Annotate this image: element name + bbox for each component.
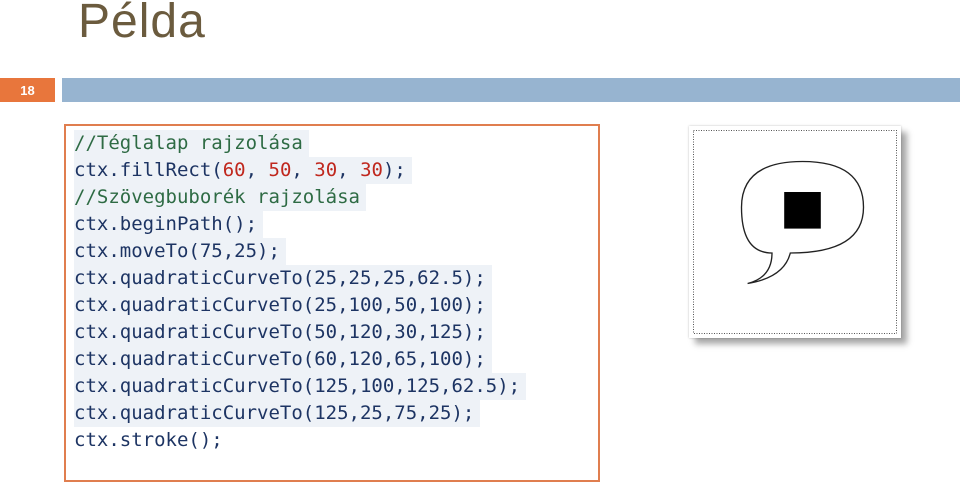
code-text: ,	[291, 159, 315, 181]
code-comment: //Szövegbuborék rajzolása	[74, 186, 360, 208]
code-line: ctx.stroke();	[74, 427, 229, 454]
code-line: ctx.quadraticCurveTo(50,120,30,125);	[74, 319, 492, 346]
code-line: ctx.quadraticCurveTo(25,25,25,62.5);	[74, 265, 492, 292]
code-line: ctx.quadraticCurveTo(60,120,65,100);	[74, 346, 492, 373]
canvas-drawing	[693, 130, 897, 334]
slide-number: 18	[20, 82, 35, 98]
code-text: ctx.quadraticCurveTo(25,25,25,62.5);	[74, 267, 486, 289]
title-rule-bar	[62, 78, 960, 102]
code-comment: //Téglalap rajzolása	[74, 132, 303, 154]
code-text: ctx.quadraticCurveTo(125,100,125,62.5);	[74, 375, 521, 397]
code-text: );	[382, 159, 406, 181]
code-text: ctx.fillRect(	[74, 159, 223, 181]
code-line: ctx.beginPath();	[74, 211, 264, 238]
code-text: ctx.quadraticCurveTo(125,25,75,25);	[74, 402, 475, 424]
code-text: ctx.moveTo(75,25);	[74, 240, 280, 262]
code-text: ctx.quadraticCurveTo(50,120,30,125);	[74, 321, 486, 343]
code-line: //Téglalap rajzolása	[74, 130, 309, 157]
code-number: 50	[268, 159, 292, 181]
slide-title: Példa	[78, 0, 206, 48]
slide-number-badge: 18	[0, 78, 55, 102]
code-line: ctx.quadraticCurveTo(125,100,125,62.5);	[74, 373, 527, 400]
code-text: ctx.quadraticCurveTo(60,120,65,100);	[74, 348, 486, 370]
code-line: ctx.quadraticCurveTo(125,25,75,25);	[74, 400, 481, 427]
code-text: ,	[337, 159, 361, 181]
code-line: ctx.moveTo(75,25);	[74, 238, 286, 265]
code-text: ctx.quadraticCurveTo(25,100,50,100);	[74, 294, 486, 316]
canvas-preview	[689, 126, 901, 338]
code-number: 30	[314, 159, 338, 181]
code-line: ctx.fillRect(60, 50, 30, 30);	[74, 157, 412, 184]
filled-square	[784, 192, 821, 229]
code-line: //Szövegbuborék rajzolása	[74, 184, 366, 211]
code-text: ,	[245, 159, 269, 181]
code-text: ctx.beginPath();	[74, 213, 258, 235]
code-number: 30	[360, 159, 383, 181]
canvas-border	[693, 130, 897, 334]
code-text: ctx.stroke();	[74, 429, 223, 451]
code-number: 60	[222, 159, 246, 181]
code-listing: //Téglalap rajzolása ctx.fillRect(60, 50,…	[64, 124, 600, 482]
code-line: ctx.quadraticCurveTo(25,100,50,100);	[74, 292, 492, 319]
